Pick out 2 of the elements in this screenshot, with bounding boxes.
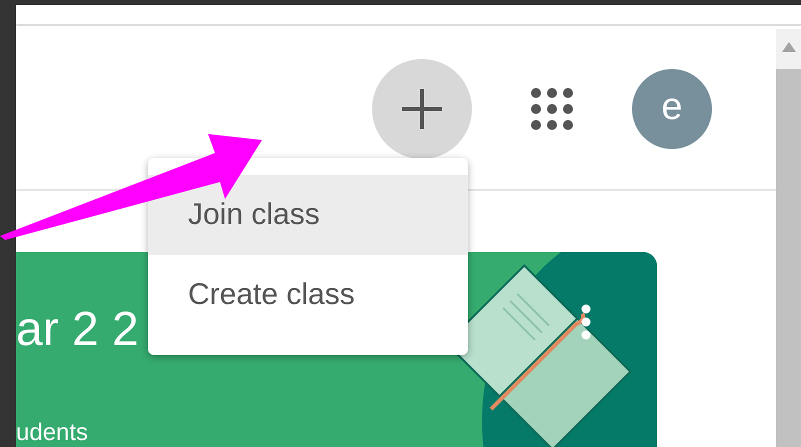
class-subtitle: udents (16, 420, 90, 446)
class-title: ar 2 2 (16, 302, 140, 358)
